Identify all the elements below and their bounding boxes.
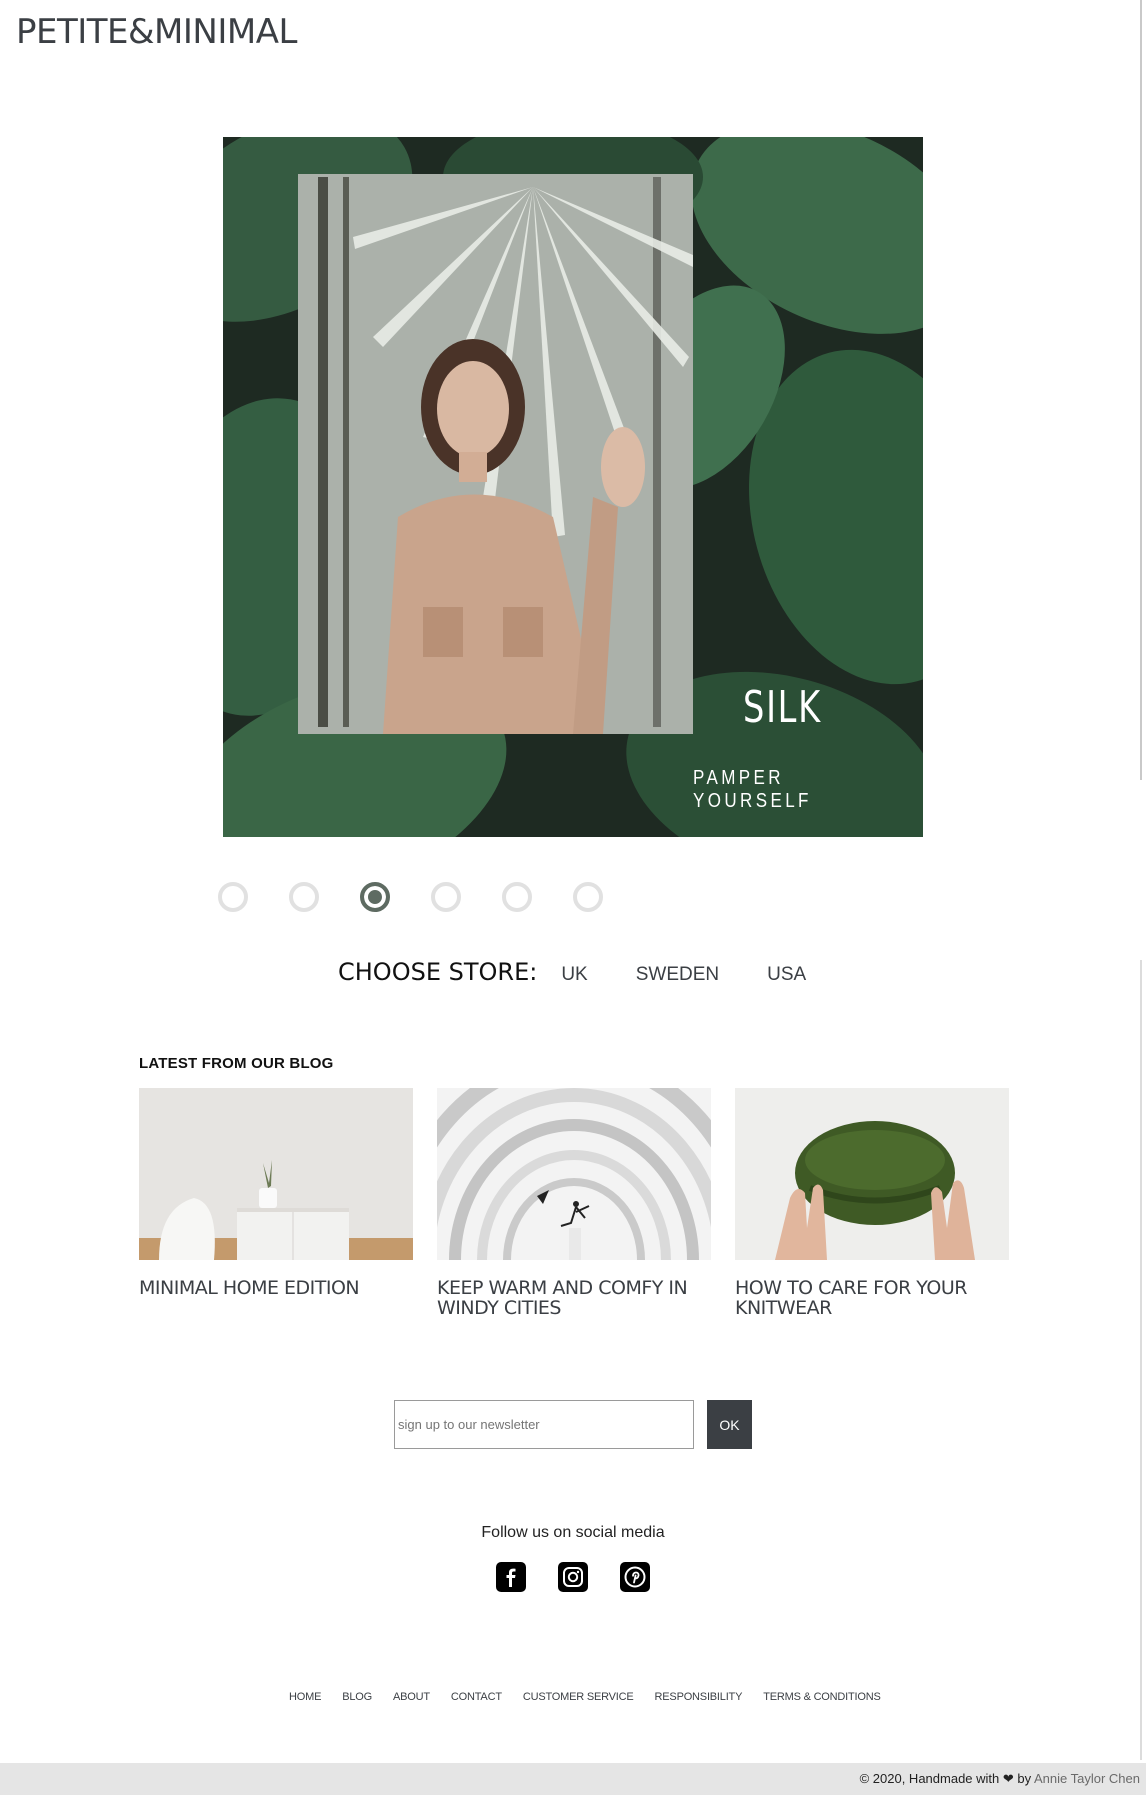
copyright-bar: © 2020, Handmade with ❤ by Annie Taylor … — [0, 1763, 1146, 1795]
footer-nav: HOME BLOG ABOUT CONTACT CUSTOMER SERVICE… — [289, 1691, 881, 1703]
footer-link-customer-service[interactable]: CUSTOMER SERVICE — [523, 1691, 634, 1703]
footer-link-blog[interactable]: BLOG — [342, 1691, 372, 1703]
site-logo[interactable]: PETITE&MINIMAL — [16, 12, 297, 52]
carousel-dots — [218, 882, 603, 912]
hero-title: SILK — [743, 682, 822, 733]
footer-link-about[interactable]: ABOUT — [393, 1691, 430, 1703]
scrollbar-track-lower[interactable] — [1140, 960, 1142, 1760]
scrollbar-track[interactable] — [1140, 0, 1142, 780]
carousel-dot-1[interactable] — [218, 882, 248, 912]
footer-link-home[interactable]: HOME — [289, 1691, 321, 1703]
blog-card-2[interactable]: KEEP WARM AND COMFY IN WINDY CITIES — [437, 1088, 711, 1318]
store-label: CHOOSE STORE: — [338, 958, 538, 986]
blog-heading: LATEST FROM OUR BLOG — [139, 1055, 334, 1072]
instagram-icon[interactable] — [558, 1562, 588, 1592]
store-uk-link[interactable]: UK — [561, 964, 587, 986]
blog-image-3[interactable] — [735, 1088, 1009, 1260]
carousel-dot-5[interactable] — [502, 882, 532, 912]
store-usa-link[interactable]: USA — [767, 964, 806, 986]
carousel-dot-6[interactable] — [573, 882, 603, 912]
footer-link-responsibility[interactable]: RESPONSIBILITY — [655, 1691, 743, 1703]
blog-image-1[interactable] — [139, 1088, 413, 1260]
copyright-text: © 2020, Handmade with ❤ by — [859, 1771, 1034, 1786]
carousel-dot-2[interactable] — [289, 882, 319, 912]
footer-link-contact[interactable]: CONTACT — [451, 1691, 502, 1703]
blog-title-1[interactable]: MINIMAL HOME EDITION — [139, 1278, 413, 1298]
hero-subtitle: PAMPER YOURSELF — [693, 767, 812, 812]
carousel-dot-3[interactable] — [360, 882, 390, 912]
blog-title-3[interactable]: HOW TO CARE FOR YOUR KNITWEAR — [735, 1278, 1009, 1318]
footer-link-terms[interactable]: TERMS & CONDITIONS — [763, 1691, 881, 1703]
blog-title-2[interactable]: KEEP WARM AND COMFY IN WINDY CITIES — [437, 1278, 711, 1318]
social-links — [496, 1562, 650, 1592]
pinterest-icon[interactable] — [620, 1562, 650, 1592]
author-link[interactable]: Annie Taylor Chen — [1034, 1771, 1140, 1786]
newsletter-input[interactable] — [394, 1400, 694, 1449]
blog-card-1[interactable]: MINIMAL HOME EDITION — [139, 1088, 413, 1298]
blog-image-2[interactable] — [437, 1088, 711, 1260]
newsletter-ok-button[interactable]: OK — [707, 1400, 752, 1449]
store-sweden-link[interactable]: SWEDEN — [636, 964, 719, 986]
blog-card-3[interactable]: HOW TO CARE FOR YOUR KNITWEAR — [735, 1088, 1009, 1318]
facebook-icon[interactable] — [496, 1562, 526, 1592]
carousel-dot-4[interactable] — [431, 882, 461, 912]
store-chooser: CHOOSE STORE: UK SWEDEN USA — [338, 958, 806, 986]
hero-slide: SILK PAMPER YOURSELF — [223, 137, 923, 837]
social-heading: Follow us on social media — [481, 1524, 665, 1541]
